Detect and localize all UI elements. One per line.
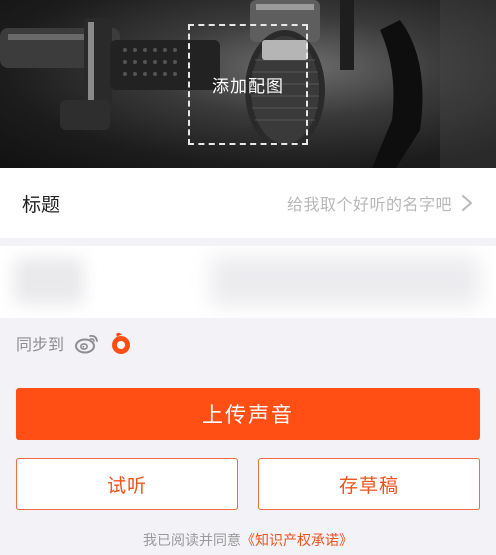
blurred-block-right: [210, 256, 480, 306]
app-logo-icon[interactable]: [108, 330, 134, 356]
weibo-icon[interactable]: [74, 330, 100, 356]
title-field-row[interactable]: 标题 给我取个好听的名字吧: [0, 168, 496, 238]
title-input[interactable]: 给我取个好听的名字吧: [287, 191, 474, 215]
blurred-content-strip: [0, 246, 496, 318]
add-cover-button[interactable]: 添加配图: [188, 24, 308, 145]
sync-row: 同步到: [16, 328, 134, 358]
chevron-right-icon: [462, 195, 472, 211]
add-cover-label: 添加配图: [212, 77, 284, 97]
preview-button[interactable]: 试听: [16, 458, 238, 510]
title-placeholder: 给我取个好听的名字吧: [286, 195, 452, 214]
upload-audio-button[interactable]: 上传声音: [16, 388, 480, 440]
agreement-prefix: 我已阅读并同意: [143, 533, 241, 549]
cover-image[interactable]: 添加配图: [0, 0, 496, 168]
save-draft-button[interactable]: 存草稿: [258, 458, 480, 510]
ip-commitment-link[interactable]: 《知识产权承诺》: [241, 533, 353, 549]
sync-label: 同步到: [16, 335, 65, 354]
title-label: 标题: [22, 193, 61, 216]
agreement-text: 我已阅读并同意《知识产权承诺》: [0, 530, 496, 554]
blurred-block-left: [14, 258, 84, 304]
